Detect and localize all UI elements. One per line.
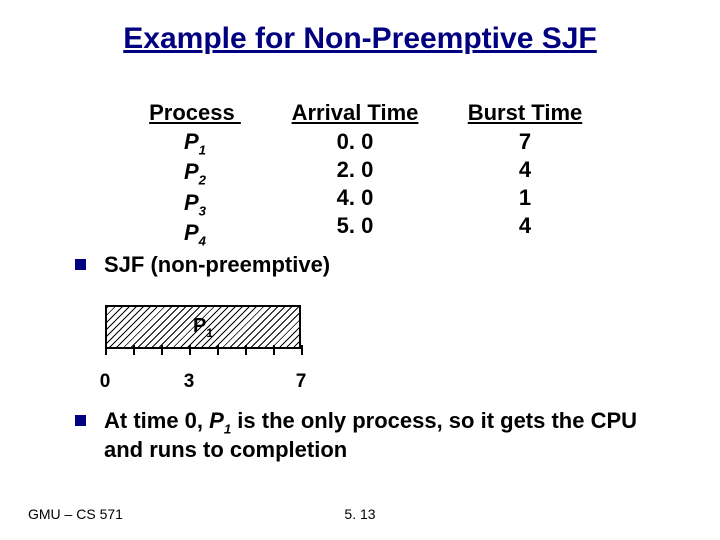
cell-burst-4: 4 bbox=[519, 213, 531, 239]
gantt-tick bbox=[161, 345, 163, 355]
cell-arrival-1: 0. 0 bbox=[337, 129, 374, 155]
bullet-1-text: SJF (non-preemptive) bbox=[104, 252, 330, 278]
cell-burst-3: 1 bbox=[519, 185, 531, 211]
process-table: Process P1 P2 P3 P4 Arrival Time 0. 0 2.… bbox=[120, 100, 610, 250]
gantt-bar: P1 bbox=[105, 305, 301, 349]
gantt-tick bbox=[189, 345, 191, 355]
slide: Example for Non-Preemptive SJF Process P… bbox=[0, 0, 720, 540]
cell-proc-3: P3 bbox=[184, 190, 206, 218]
cell-arrival-3: 4. 0 bbox=[337, 185, 374, 211]
gantt-segment-p1: P1 bbox=[105, 305, 301, 349]
cell-proc-2: P2 bbox=[184, 159, 206, 187]
cell-arrival-4: 5. 0 bbox=[337, 213, 374, 239]
col-process: Process P1 P2 P3 P4 bbox=[120, 100, 270, 250]
cell-proc-4: P4 bbox=[184, 220, 206, 248]
hdr-process: Process bbox=[149, 100, 241, 126]
gantt-tick bbox=[105, 345, 107, 355]
cell-burst-1: 7 bbox=[519, 129, 531, 155]
gantt-tick bbox=[301, 345, 303, 355]
hdr-burst: Burst Time bbox=[468, 100, 583, 126]
gantt-tick-labels: 037 bbox=[105, 367, 301, 389]
gantt-tick bbox=[133, 345, 135, 355]
footer-page-number: 5. 13 bbox=[0, 506, 720, 522]
bullet-square-icon bbox=[75, 259, 86, 270]
bullet-1: SJF (non-preemptive) bbox=[75, 252, 330, 278]
col-burst: Burst Time 7 4 1 4 bbox=[440, 100, 610, 250]
gantt-tick bbox=[245, 345, 247, 355]
cell-arrival-2: 2. 0 bbox=[337, 157, 374, 183]
gantt-chart: P1 037 bbox=[105, 305, 301, 389]
slide-title: Example for Non-Preemptive SJF bbox=[0, 22, 720, 56]
gantt-tick-label: 3 bbox=[184, 371, 195, 393]
gantt-tick-label: 7 bbox=[296, 371, 307, 393]
hdr-arrival: Arrival Time bbox=[292, 100, 419, 126]
gantt-tick bbox=[273, 345, 275, 355]
gantt-tick bbox=[217, 345, 219, 355]
cell-proc-1: P1 bbox=[184, 129, 206, 157]
col-arrival: Arrival Time 0. 0 2. 0 4. 0 5. 0 bbox=[270, 100, 440, 250]
bullet-2: At time 0, P1 is the only process, so it… bbox=[75, 408, 664, 464]
cell-burst-2: 4 bbox=[519, 157, 531, 183]
bullet-2-text: At time 0, P1 is the only process, so it… bbox=[104, 408, 664, 464]
gantt-tick-label: 0 bbox=[100, 371, 111, 393]
gantt-ticks bbox=[105, 349, 301, 367]
gantt-segment-label: P1 bbox=[191, 315, 215, 340]
bullet-square-icon bbox=[75, 415, 86, 426]
